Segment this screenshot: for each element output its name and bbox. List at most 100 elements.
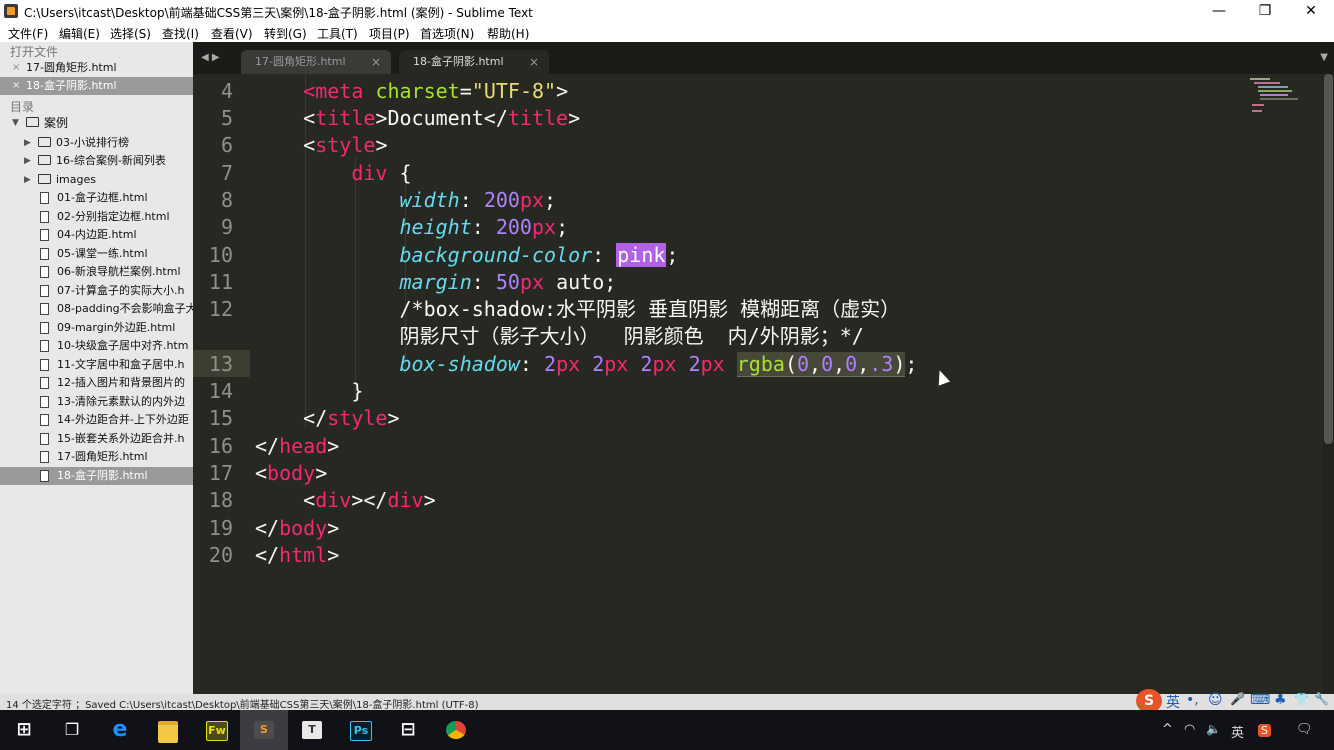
- chrome-icon: [446, 721, 466, 739]
- microphone-icon[interactable]: 🎤: [1230, 692, 1245, 706]
- file-icon: [40, 414, 49, 426]
- chrome-button[interactable]: [432, 710, 480, 750]
- close-tab-icon[interactable]: ×: [371, 50, 381, 74]
- skin-icon[interactable]: ♣: [1274, 692, 1287, 708]
- input-language-indicator[interactable]: 英: [1231, 722, 1244, 741]
- line-number: 17: [208, 461, 233, 485]
- scrollbar-thumb[interactable]: [1324, 74, 1333, 444]
- expanded-arrow-icon[interactable]: ▼: [12, 114, 19, 132]
- menu-tools[interactable]: 工具(T): [317, 25, 358, 42]
- tab-bar: ◀ ▶ 17-圆角矩形.html × 18-盒子阴影.html × ▼: [193, 42, 1334, 74]
- code-line-8: width: 200px;: [399, 188, 557, 212]
- code-editor[interactable]: 4 5 6 7 8 9 10 11 12 13 14 15 16 17 18 19 20 <meta chars…: [193, 74, 1323, 694]
- menu-goto[interactable]: 转到(G): [264, 25, 307, 42]
- folder-explorer-icon: [158, 721, 178, 743]
- code-line-12-wrap: 阴影尺寸（影子大小） 阴影颜色 内/外阴影；*/: [399, 324, 864, 348]
- file-item[interactable]: 02-分别指定边框.html: [0, 208, 193, 226]
- file-label: 17-圆角矩形.html: [57, 450, 148, 463]
- minimap[interactable]: [1248, 76, 1308, 116]
- volume-icon[interactable]: 🔈: [1206, 722, 1221, 736]
- keyboard-icon[interactable]: ⌨: [1250, 692, 1270, 708]
- collapsed-arrow-icon[interactable]: ▶: [24, 171, 31, 189]
- close-file-icon[interactable]: ×: [12, 59, 20, 77]
- file-item[interactable]: 07-计算盒子的实际大小.h: [0, 282, 193, 300]
- tab-menu-icon[interactable]: ▼: [1320, 52, 1328, 63]
- menu-find[interactable]: 查找(I): [162, 25, 199, 42]
- menu-preferences[interactable]: 首选项(N): [420, 25, 474, 42]
- collapsed-arrow-icon[interactable]: ▶: [24, 134, 31, 152]
- task-view-button[interactable]: ❐: [48, 710, 96, 750]
- shirt-icon[interactable]: 👕: [1294, 692, 1309, 706]
- menu-project[interactable]: 项目(P): [369, 25, 410, 42]
- tray-chevron-icon[interactable]: ^: [1162, 722, 1173, 737]
- tab-18-box-shadow[interactable]: 18-盒子阴影.html ×: [399, 50, 549, 74]
- file-item[interactable]: 10-块级盒子居中对齐.htm: [0, 337, 193, 355]
- sogou-tray-icon[interactable]: S: [1258, 724, 1271, 737]
- file-item[interactable]: 13-清除元素默认的内外边: [0, 393, 193, 411]
- file-item[interactable]: 04-内边距.html: [0, 226, 193, 244]
- file-item[interactable]: 12-插入图片和背景图片的: [0, 374, 193, 392]
- code-line-20: </html>: [255, 543, 340, 567]
- open-file-item[interactable]: × 17-圆角矩形.html: [0, 59, 193, 77]
- menu-help[interactable]: 帮助(H): [487, 25, 529, 42]
- file-label: 18-盒子阴影.html: [57, 468, 148, 482]
- open-file-item-active[interactable]: × 18-盒子阴影.html: [0, 77, 193, 95]
- line-number: 11: [208, 270, 233, 294]
- menu-file[interactable]: 文件(F): [8, 25, 48, 42]
- notification-center-icon[interactable]: 🗨: [1296, 722, 1313, 737]
- start-button[interactable]: ⊞: [0, 710, 48, 750]
- close-file-icon[interactable]: ×: [12, 77, 20, 95]
- file-item[interactable]: 18-盒子阴影.html: [0, 466, 193, 485]
- tools-icon[interactable]: 🔧: [1314, 692, 1329, 706]
- folder-icon: [38, 174, 51, 184]
- collapsed-arrow-icon[interactable]: ▶: [24, 152, 31, 170]
- file-explorer-button[interactable]: [144, 710, 192, 750]
- open-file-label: 18-盒子阴影.html: [26, 79, 117, 92]
- menu-edit[interactable]: 编辑(E): [59, 25, 100, 42]
- tab-nav-arrows-icon[interactable]: ◀ ▶: [201, 52, 220, 63]
- file-item[interactable]: 11-文字居中和盒子居中.h: [0, 356, 193, 374]
- sublime-text-button[interactable]: S: [240, 710, 288, 750]
- folder-item[interactable]: ▶ 16-综合案例-新闻列表: [0, 152, 193, 170]
- file-icon: [40, 340, 49, 352]
- edge-button[interactable]: e: [96, 710, 144, 750]
- folder-item[interactable]: ▶ images: [0, 171, 193, 189]
- file-item[interactable]: 05-课堂一练.html: [0, 245, 193, 263]
- xmind-button[interactable]: ⊟: [384, 710, 432, 750]
- line-number: 9: [220, 215, 233, 239]
- file-item[interactable]: 01-盒子边框.html: [0, 189, 193, 207]
- maximize-button[interactable]: ❐: [1242, 0, 1288, 22]
- tab-17-rounded-rect[interactable]: 17-圆角矩形.html ×: [241, 50, 391, 74]
- windows-logo-icon: ⊞: [16, 719, 32, 740]
- edge-icon: e: [112, 717, 128, 742]
- folder-item[interactable]: ▶ 03-小说排行榜: [0, 134, 193, 152]
- wifi-icon[interactable]: ◠: [1184, 722, 1195, 737]
- emoji-icon[interactable]: ☺: [1208, 692, 1223, 708]
- close-window-button[interactable]: ✕: [1288, 0, 1334, 22]
- typora-button[interactable]: T: [288, 710, 336, 750]
- file-item[interactable]: 06-新浪导航栏案例.html: [0, 263, 193, 281]
- folder-root[interactable]: ▼ 案例: [0, 114, 193, 132]
- sublime-text-icon: S: [254, 721, 274, 739]
- ime-lang-toggle[interactable]: 英: [1166, 692, 1180, 712]
- close-tab-icon[interactable]: ×: [529, 50, 539, 74]
- file-item[interactable]: 17-圆角矩形.html: [0, 448, 193, 466]
- file-label: 12-插入图片和背景图片的: [57, 376, 185, 389]
- menu-selection[interactable]: 选择(S): [110, 25, 151, 42]
- vertical-scrollbar[interactable]: [1323, 74, 1334, 694]
- file-item[interactable]: 08-padding不会影响盒子大: [0, 300, 193, 318]
- photoshop-button[interactable]: Ps: [336, 710, 384, 750]
- file-label: 06-新浪导航栏案例.html: [57, 265, 181, 278]
- file-icon: [40, 303, 49, 315]
- punctuation-icon[interactable]: •,: [1186, 692, 1199, 708]
- code-line-5: <title>Document</title>: [303, 106, 581, 130]
- file-item[interactable]: 09-margin外边距.html: [0, 319, 193, 337]
- file-item[interactable]: 15-嵌套关系外边距合并.h: [0, 430, 193, 448]
- window-titlebar: C:\Users\itcast\Desktop\前端基础CSS第三天\案例\18…: [0, 0, 1334, 22]
- fireworks-button[interactable]: Fw: [192, 710, 240, 750]
- line-number: 14: [208, 379, 233, 403]
- file-item[interactable]: 14-外边距合并-上下外边距: [0, 411, 193, 429]
- menu-view[interactable]: 查看(V): [211, 25, 253, 42]
- minimize-button[interactable]: —: [1196, 0, 1242, 22]
- file-icon: [40, 395, 49, 408]
